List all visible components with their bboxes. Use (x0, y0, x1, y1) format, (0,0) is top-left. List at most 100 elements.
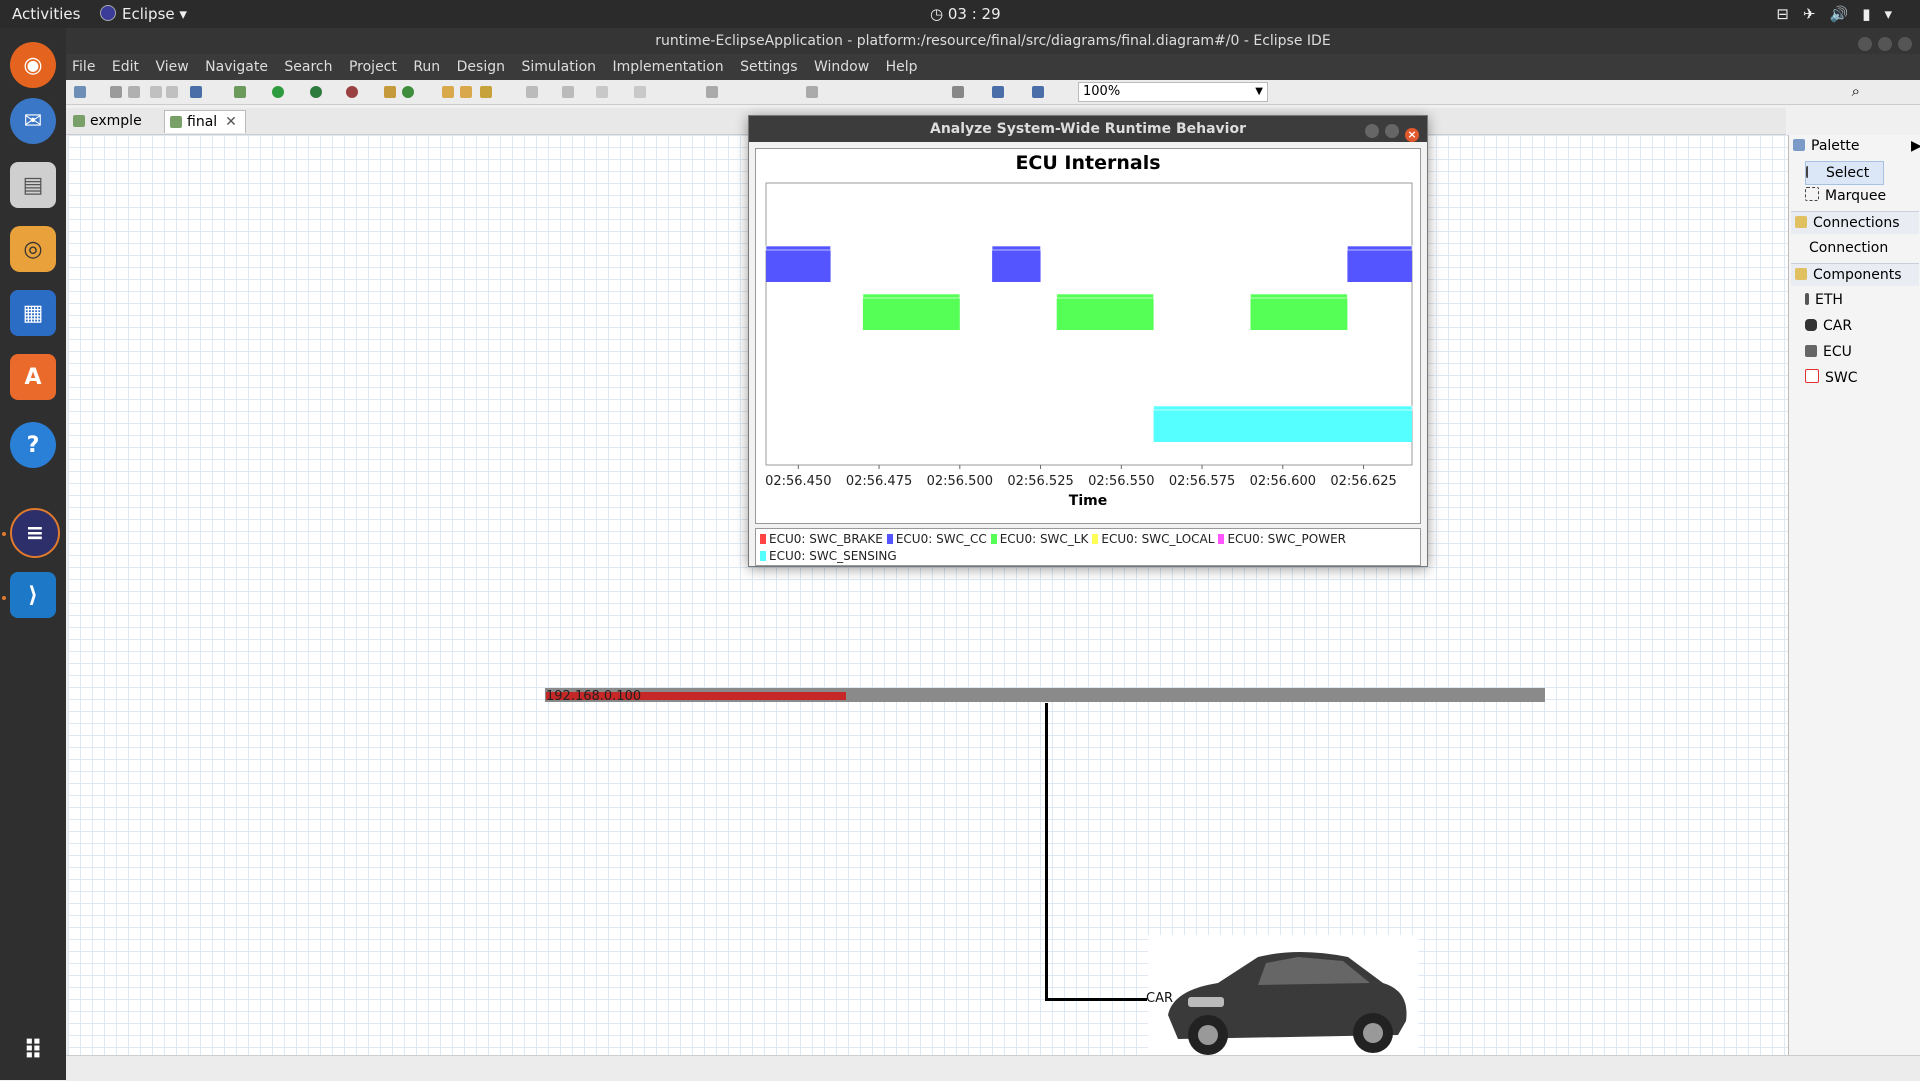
tab-label: final (187, 114, 218, 130)
open-type-icon[interactable] (442, 86, 454, 98)
window-titlebar: runtime-EclipseApplication - platform:/r… (66, 28, 1920, 54)
help-icon[interactable]: ? (10, 422, 56, 468)
menu-design[interactable]: Design (457, 54, 505, 80)
connection-line[interactable] (1045, 998, 1147, 1001)
palette-title: Palette (1811, 138, 1860, 154)
new-icon[interactable] (74, 86, 86, 98)
close-icon[interactable]: × (1405, 128, 1419, 142)
coverage-icon[interactable] (310, 86, 322, 98)
rhythmbox-icon[interactable]: ◎ (10, 226, 56, 272)
palette-eth-tool[interactable]: ETH (1805, 289, 1843, 311)
save-all-icon[interactable] (128, 86, 140, 98)
zoom-out-icon[interactable] (952, 86, 964, 98)
menu-simulation[interactable]: Simulation (521, 54, 596, 80)
back-icon[interactable] (596, 86, 608, 98)
debug-icon[interactable] (234, 86, 246, 98)
tab-final[interactable]: final ✕ (164, 110, 246, 133)
dialog-titlebar[interactable]: Analyze System-Wide Runtime Behavior × (749, 116, 1427, 142)
eclipse-dock-icon[interactable]: ≡ (10, 508, 60, 558)
redo-icon[interactable] (166, 86, 178, 98)
writer-icon[interactable]: ▦ (10, 290, 56, 336)
palette-header[interactable]: Palette ▶ (1793, 135, 1920, 157)
minimize-icon[interactable] (1858, 37, 1872, 51)
palette-panel: Palette ▶ Select Marquee Connections Con… (1788, 135, 1920, 1055)
palette-components-drawer[interactable]: Components (1791, 263, 1919, 286)
search-tool-icon[interactable] (480, 86, 492, 98)
menu-search[interactable]: Search (284, 54, 332, 80)
menu-project[interactable]: Project (349, 54, 397, 80)
menu-run[interactable]: Run (413, 54, 440, 80)
system-tray[interactable]: ⊟✈🔊▮▾ (1776, 5, 1906, 23)
menu-navigate[interactable]: Navigate (205, 54, 268, 80)
minimize-icon[interactable] (1365, 124, 1379, 138)
interval-bar-edge (1153, 405, 1413, 411)
dock: ◉ ✉ ▤ ◎ ▦ A ? ≡ ⟩ ⠿ (0, 28, 66, 1080)
x-tick-label: 02:56.550 (1088, 474, 1154, 489)
legend-item: ECU0: SWC_CC (886, 532, 987, 546)
car-component[interactable] (1148, 935, 1418, 1063)
interval-bar-edge (862, 293, 961, 299)
palette-ecu-tool[interactable]: ECU (1805, 341, 1852, 363)
palette-car-tool[interactable]: CAR (1805, 315, 1852, 337)
palette-select-tool[interactable]: Select (1805, 161, 1885, 185)
palette-marquee-tool[interactable]: Marquee (1805, 185, 1886, 207)
prev-annotation-icon[interactable] (562, 86, 574, 98)
menu-edit[interactable]: Edit (112, 54, 139, 80)
interval-bar (1153, 406, 1412, 442)
vscode-icon[interactable]: ⟩ (10, 572, 56, 618)
palette-connections-drawer[interactable]: Connections (1791, 211, 1919, 234)
firefox-icon[interactable]: ◉ (10, 42, 56, 88)
palette-connection-tool[interactable]: Connection (1809, 237, 1888, 259)
external-tools-icon[interactable] (346, 86, 358, 98)
legend-swatch (990, 534, 997, 544)
palette-swc-tool[interactable]: SWC (1805, 367, 1858, 389)
new-class-icon[interactable] (402, 86, 414, 98)
thunderbird-icon[interactable]: ✉ (10, 98, 56, 144)
maximize-icon[interactable] (1878, 37, 1892, 51)
menu-settings[interactable]: Settings (740, 54, 797, 80)
connection-line[interactable] (1045, 703, 1048, 1001)
save-icon[interactable] (110, 86, 122, 98)
x-tick-label: 02:56.500 (927, 474, 993, 489)
align-icon[interactable] (706, 86, 718, 98)
next-annotation-icon[interactable] (526, 86, 538, 98)
active-indicator (2, 532, 6, 536)
legend-item: ECU0: SWC_LK (990, 532, 1088, 546)
app-menu[interactable]: Eclipse ▾ (100, 5, 187, 23)
undo-icon[interactable] (150, 86, 162, 98)
menu-file[interactable]: File (72, 54, 95, 80)
menu-help[interactable]: Help (886, 54, 918, 80)
close-tab-icon[interactable]: ✕ (225, 114, 237, 130)
chevron-right-icon[interactable]: ▶ (1911, 135, 1920, 157)
menu-view[interactable]: View (155, 54, 188, 80)
forward-icon[interactable] (634, 86, 646, 98)
palette-tool-label: CAR (1823, 318, 1853, 334)
menu-window[interactable]: Window (814, 54, 869, 80)
palette-tool-label: ETH (1815, 292, 1843, 308)
legend-swatch (1218, 534, 1225, 544)
files-icon[interactable]: ▤ (10, 162, 56, 208)
clock[interactable]: ◷ 03 : 29 (930, 5, 1001, 23)
folder-icon (1795, 216, 1807, 228)
zoom-combo[interactable]: 100% ▼ (1078, 82, 1268, 102)
run-icon[interactable] (272, 86, 284, 98)
maximize-icon[interactable] (1385, 124, 1399, 138)
car-image (1168, 952, 1407, 1055)
legend-item: ECU0: SWC_POWER (1218, 532, 1346, 546)
close-icon[interactable] (1898, 37, 1912, 51)
software-icon[interactable]: A (10, 354, 56, 400)
search-icon[interactable]: ⌕ (1852, 82, 1860, 100)
tab-exmple[interactable]: exmple (68, 110, 150, 132)
menu-implementation[interactable]: Implementation (612, 54, 723, 80)
interval-bar (992, 246, 1041, 282)
diagram-file-icon (170, 116, 182, 128)
zoom-in-icon[interactable] (1032, 86, 1044, 98)
open-resource-icon[interactable] (460, 86, 472, 98)
show-apps-icon[interactable]: ⠿ (10, 1028, 56, 1074)
distribute-icon[interactable] (806, 86, 818, 98)
console-icon[interactable] (190, 86, 202, 98)
new-package-icon[interactable] (384, 86, 396, 98)
analyze-runtime-dialog[interactable]: Analyze System-Wide Runtime Behavior × E… (748, 115, 1428, 567)
zoom-fit-icon[interactable] (992, 86, 1004, 98)
activities-button[interactable]: Activities (12, 5, 80, 23)
